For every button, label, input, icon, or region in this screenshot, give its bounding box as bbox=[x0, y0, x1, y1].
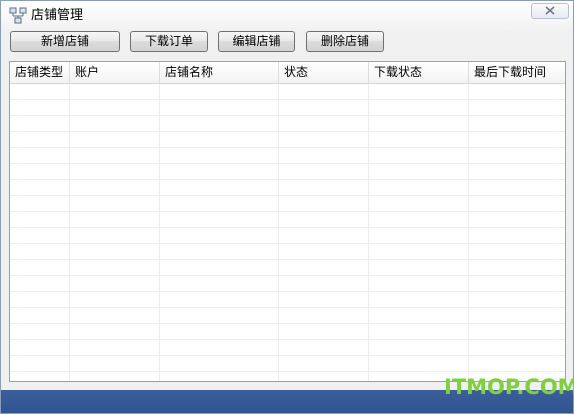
column-status[interactable]: 状态 bbox=[279, 62, 369, 83]
delete-store-button[interactable]: 删除店铺 bbox=[306, 31, 384, 52]
add-store-button[interactable]: 新增店铺 bbox=[10, 31, 120, 52]
close-button[interactable] bbox=[531, 3, 569, 19]
watermark-logo: ITMOP.COM bbox=[444, 375, 574, 399]
store-table[interactable]: 店铺类型 账户 店铺名称 状态 下载状态 最后下载时间 bbox=[9, 61, 566, 382]
column-last-download-time[interactable]: 最后下载时间 bbox=[469, 62, 565, 83]
column-divider bbox=[159, 84, 160, 381]
column-store-name[interactable]: 店铺名称 bbox=[160, 62, 279, 83]
table-body[interactable] bbox=[10, 84, 565, 381]
column-store-type[interactable]: 店铺类型 bbox=[10, 62, 70, 83]
store-management-window: 店铺管理 新增店铺 下载订单 编辑店铺 删除店铺 店铺类型 账户 店铺名称 状态… bbox=[0, 0, 574, 414]
column-divider bbox=[278, 84, 279, 381]
store-network-icon bbox=[9, 7, 27, 25]
download-orders-button[interactable]: 下载订单 bbox=[130, 31, 208, 52]
column-download-status[interactable]: 下载状态 bbox=[369, 62, 469, 83]
edit-store-button[interactable]: 编辑店铺 bbox=[218, 31, 295, 52]
column-divider bbox=[69, 84, 70, 381]
title-bar[interactable]: 店铺管理 bbox=[1, 1, 573, 30]
column-divider bbox=[368, 84, 369, 381]
window-title: 店铺管理 bbox=[31, 8, 84, 23]
column-divider bbox=[468, 84, 469, 381]
column-account[interactable]: 账户 bbox=[70, 62, 160, 83]
table-header: 店铺类型 账户 店铺名称 状态 下载状态 最后下载时间 bbox=[10, 62, 565, 84]
close-icon bbox=[545, 4, 555, 18]
